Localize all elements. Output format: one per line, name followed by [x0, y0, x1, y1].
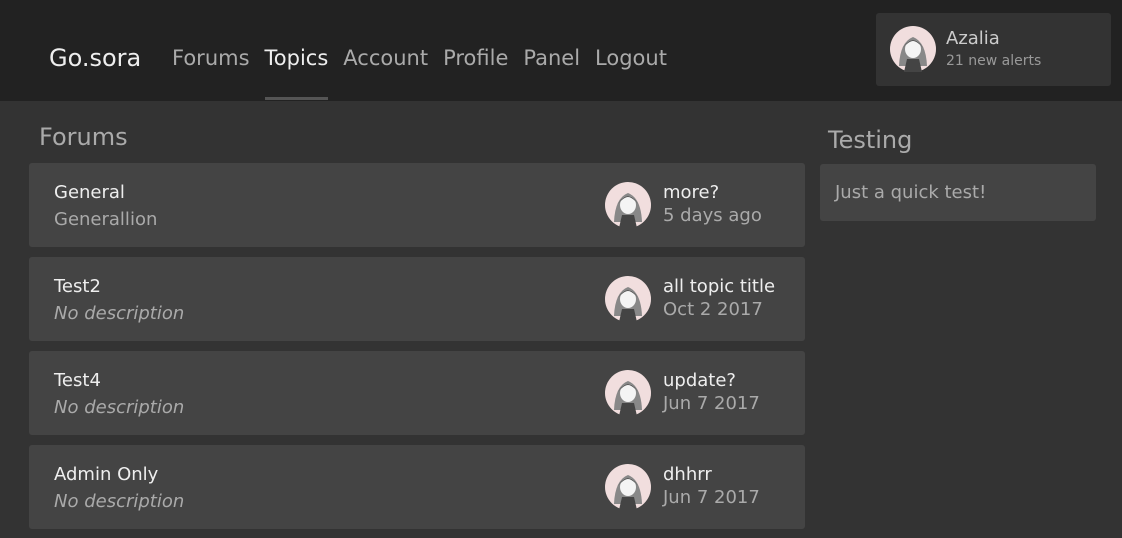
nav-item-account[interactable]: Account: [343, 41, 428, 101]
nav-item-panel[interactable]: Panel: [523, 41, 580, 101]
nav-item-logout[interactable]: Logout: [595, 41, 667, 101]
forum-row[interactable]: Admin Only No description dhhrr Jun 7 20…: [29, 445, 805, 529]
forum-description: No description: [54, 303, 185, 324]
last-topic-link[interactable]: more?: [663, 181, 719, 205]
forum-row[interactable]: General Generallion more? 5 days ago: [29, 163, 805, 247]
forum-description: No description: [54, 397, 185, 418]
forum-row[interactable]: Test2 No description all topic title Oct…: [29, 257, 805, 341]
alerts-count[interactable]: 21 new alerts: [946, 51, 1041, 71]
last-topic-time: Oct 2 2017: [663, 299, 763, 320]
forum-name[interactable]: Test2: [54, 275, 101, 299]
nav-item-forums[interactable]: Forums: [172, 41, 250, 101]
forum-name[interactable]: Admin Only: [54, 463, 158, 487]
main-nav: Forums Topics Account Profile Panel Logo…: [172, 41, 682, 101]
top-bar: Go.sora Forums Topics Account Profile Pa…: [0, 0, 1122, 101]
widget-text: Just a quick test!: [835, 182, 987, 203]
forum-description: Generallion: [54, 209, 158, 230]
user-name: Azalia: [946, 28, 1000, 49]
poster-avatar-icon[interactable]: [605, 276, 651, 322]
site-brand[interactable]: Go.sora: [49, 41, 141, 75]
widget-body: Just a quick test!: [820, 164, 1096, 221]
poster-avatar-icon[interactable]: [605, 464, 651, 510]
forum-name[interactable]: Test4: [54, 369, 101, 393]
user-menu[interactable]: Azalia 21 new alerts: [876, 13, 1111, 86]
last-topic-link[interactable]: update?: [663, 369, 736, 393]
nav-item-topics[interactable]: Topics: [264, 41, 328, 101]
nav-item-profile[interactable]: Profile: [443, 41, 508, 101]
page-title: Forums: [39, 123, 128, 151]
user-avatar-icon: [890, 26, 936, 72]
last-topic-time: Jun 7 2017: [663, 487, 760, 508]
last-topic-time: Jun 7 2017: [663, 393, 760, 414]
widget-title: Testing: [828, 126, 913, 154]
poster-avatar-icon[interactable]: [605, 370, 651, 416]
poster-avatar-icon[interactable]: [605, 182, 651, 228]
forum-description: No description: [54, 491, 185, 512]
last-topic-link[interactable]: dhhrr: [663, 463, 712, 487]
forum-row[interactable]: Test4 No description update? Jun 7 2017: [29, 351, 805, 435]
last-topic-time: 5 days ago: [663, 205, 762, 226]
last-topic-link[interactable]: all topic title: [663, 275, 775, 299]
forum-name[interactable]: General: [54, 181, 125, 205]
